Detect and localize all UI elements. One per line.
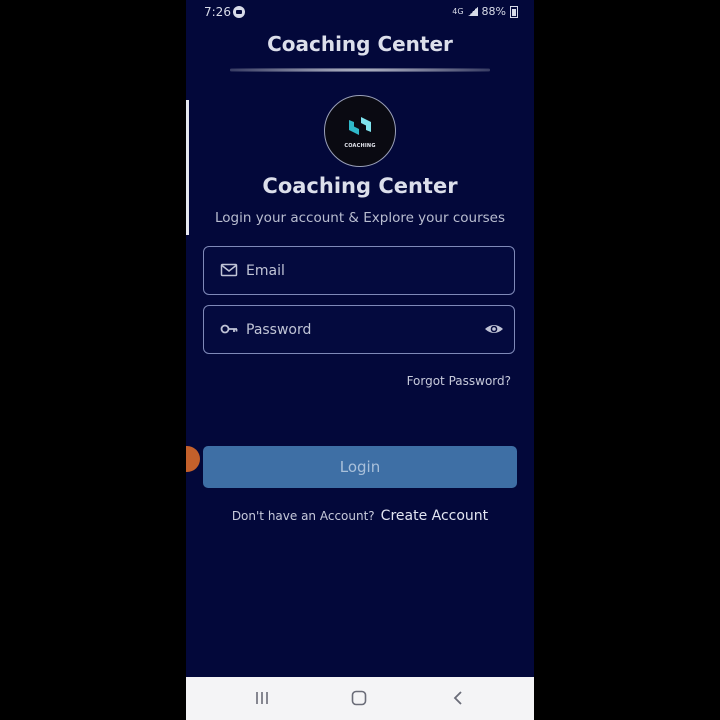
- email-field[interactable]: [203, 246, 515, 295]
- forgot-password-link[interactable]: Forgot Password?: [407, 374, 511, 388]
- phone-screen: 7:26 4G 88% Coaching Center COACHING Coa…: [186, 0, 534, 720]
- notification-icon: [233, 6, 245, 18]
- key-icon: [220, 324, 238, 334]
- app-subtitle: Login your account & Explore your course…: [214, 210, 505, 226]
- recent-apps-icon[interactable]: [252, 689, 272, 707]
- eye-icon[interactable]: [484, 320, 504, 338]
- mail-icon: [220, 263, 238, 277]
- navigation-bar: [186, 677, 534, 720]
- signup-prompt: Don't have an Account?: [231, 509, 375, 523]
- status-bar: 7:26 4G 88%: [186, 0, 534, 26]
- app-logo: COACHING: [324, 95, 396, 167]
- back-icon[interactable]: [448, 689, 468, 707]
- create-account-link[interactable]: Create Account: [381, 508, 489, 524]
- status-time: 7:26: [204, 5, 231, 19]
- battery-icon: [510, 5, 518, 18]
- logo-mark-icon: [349, 117, 371, 135]
- signal-icon: [467, 7, 478, 16]
- login-button[interactable]: Login: [203, 446, 517, 488]
- signup-row: Don't have an Account? Create Account: [186, 508, 534, 524]
- status-indicators: 4G 88%: [452, 5, 518, 18]
- home-icon[interactable]: [349, 689, 369, 707]
- email-input[interactable]: [244, 247, 468, 295]
- app-title: Coaching Center: [262, 174, 458, 198]
- network-icon: 4G: [452, 6, 464, 16]
- touch-indicator: [186, 446, 200, 472]
- password-field[interactable]: [203, 305, 515, 354]
- header-title: Coaching Center: [267, 32, 453, 56]
- password-input[interactable]: [244, 306, 468, 354]
- battery-level: 88%: [481, 5, 506, 18]
- header-divider: [230, 68, 490, 72]
- logo-text: COACHING: [344, 143, 376, 149]
